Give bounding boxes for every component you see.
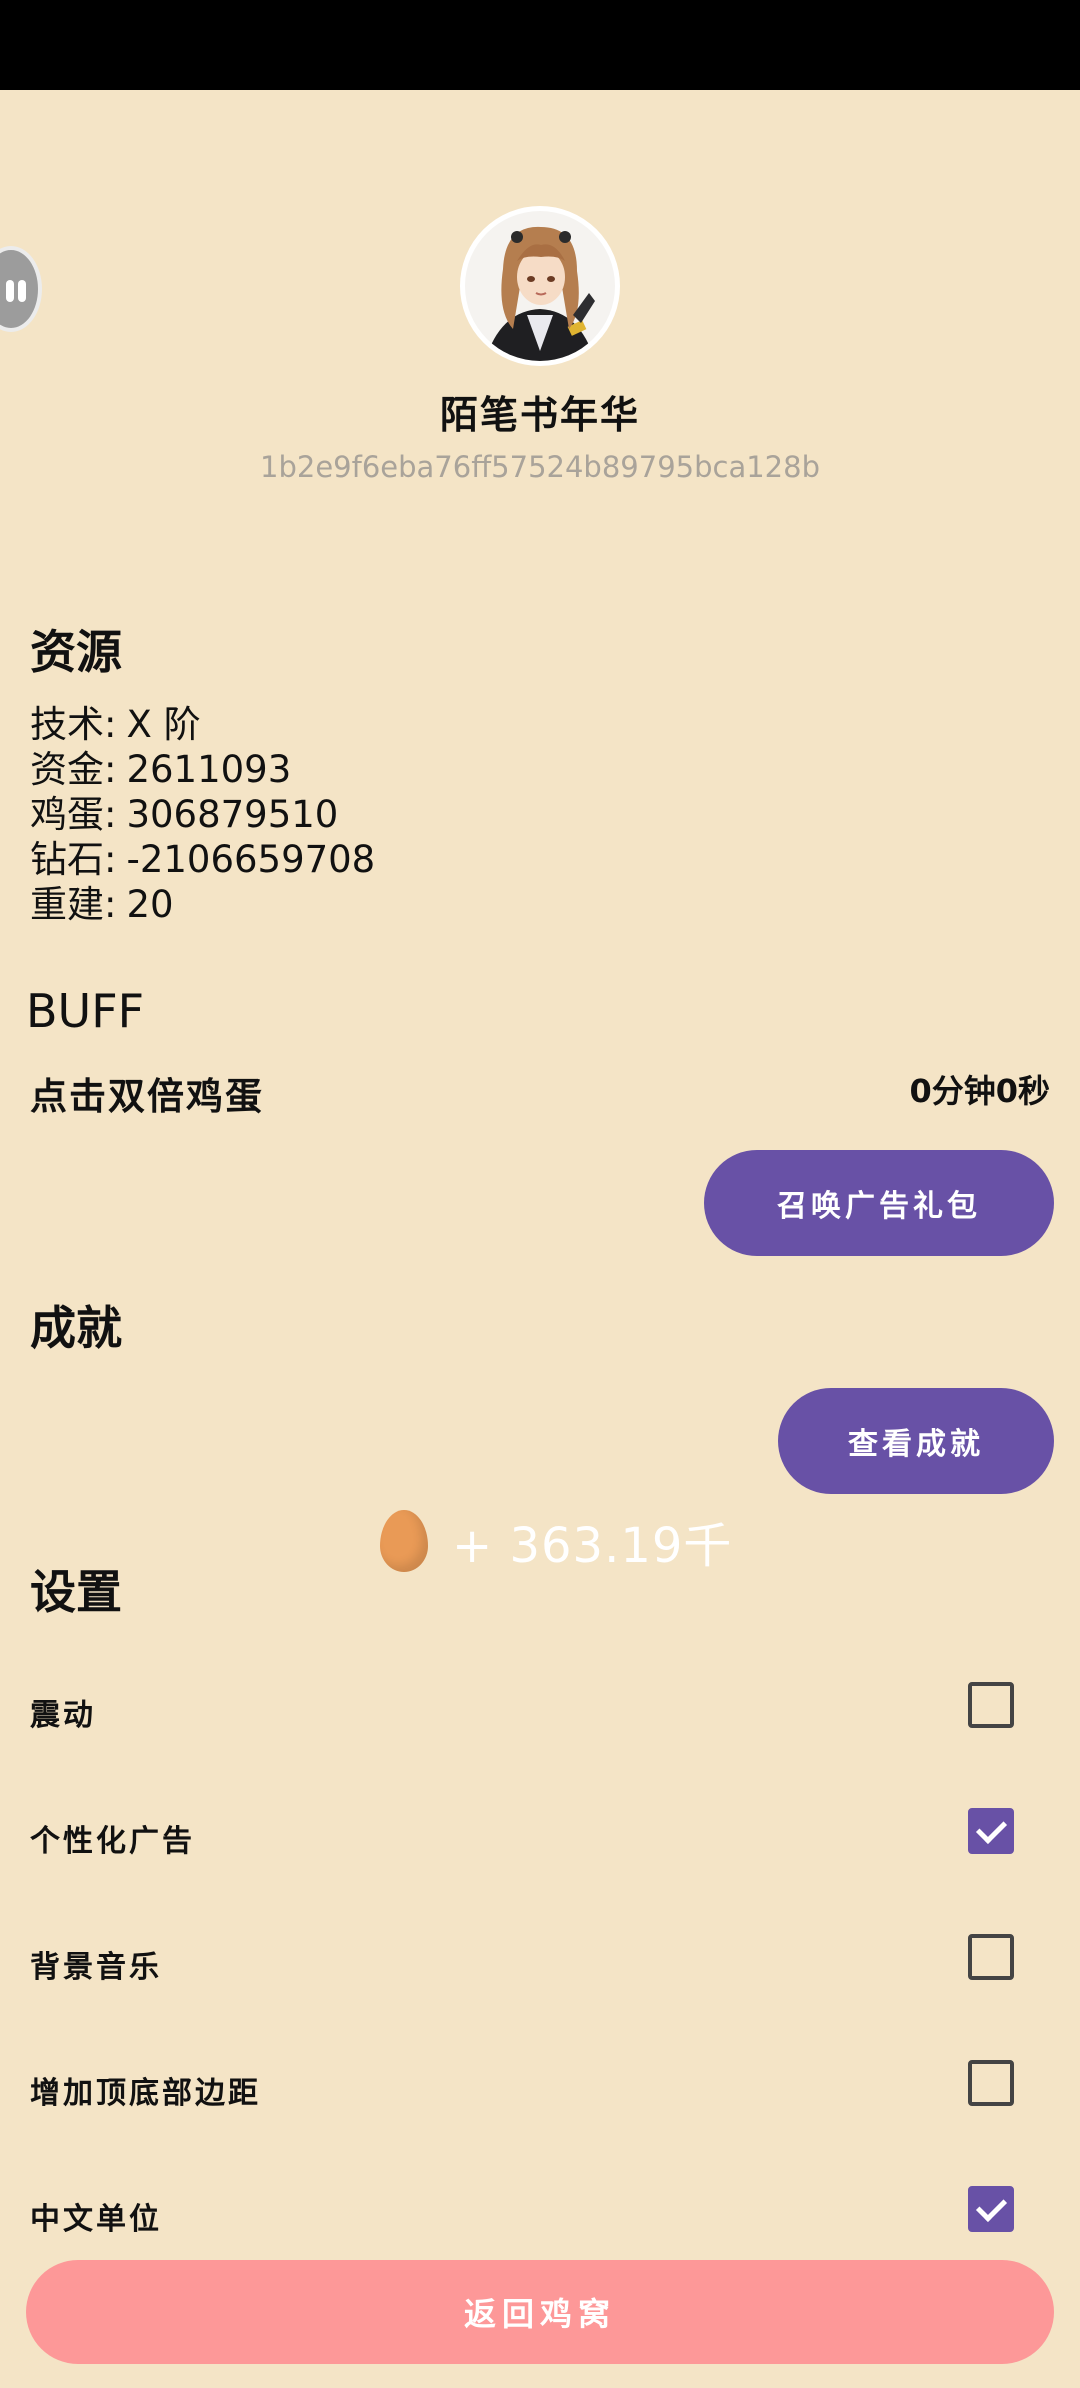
background-music-checkbox[interactable] — [968, 1934, 1014, 1980]
setting-label: 增加顶底部边距 — [30, 2076, 261, 2111]
resource-label: 重建: — [30, 883, 117, 926]
resource-value: 2611093 — [126, 748, 292, 791]
resource-label: 钻石: — [30, 838, 117, 881]
resources-title: 资源 — [30, 625, 122, 679]
extra-margin-checkbox[interactable] — [968, 2060, 1014, 2106]
floating-gain: + 363.19千 — [380, 1508, 732, 1574]
personalized-ads-checkbox[interactable] — [968, 1808, 1014, 1854]
resource-value: X 阶 — [126, 703, 201, 746]
user-id: 1b2e9f6eba76ff57524b89795bca128b — [260, 450, 820, 484]
chinese-units-checkbox[interactable] — [968, 2186, 1014, 2232]
egg-icon — [380, 1510, 428, 1572]
resource-label: 鸡蛋: — [30, 793, 117, 836]
settings-title: 设置 — [30, 1565, 122, 1619]
setting-label: 中文单位 — [30, 2202, 162, 2237]
gain-text: + 363.19千 — [452, 1518, 733, 1574]
resource-value: 306879510 — [126, 793, 339, 836]
view-achievements-button[interactable]: 查看成就 — [778, 1388, 1054, 1494]
pause-bar-icon — [6, 280, 14, 302]
avatar[interactable] — [460, 206, 620, 366]
return-to-coop-button[interactable]: 返回鸡窝 — [26, 2260, 1054, 2364]
resource-value: -2106659708 — [126, 838, 376, 881]
resource-funds: 资金: 2611093 — [30, 747, 291, 792]
buff-time: 0分钟0秒 — [909, 1072, 1050, 1110]
status-bar — [0, 0, 1080, 90]
floating-menu-button[interactable] — [0, 246, 42, 332]
setting-vibration[interactable]: 震动 — [0, 1670, 1080, 1750]
vibration-checkbox[interactable] — [968, 1682, 1014, 1728]
setting-label: 震动 — [30, 1698, 96, 1733]
resource-tech: 技术: X 阶 — [30, 702, 201, 747]
nickname: 陌笔书年华 — [439, 393, 640, 437]
resource-diamonds: 钻石: -2106659708 — [30, 837, 375, 882]
setting-extra-margin[interactable]: 增加顶底部边距 — [0, 2048, 1080, 2128]
pause-bar-icon — [18, 280, 26, 302]
summon-ad-gift-button[interactable]: 召唤广告礼包 — [704, 1150, 1054, 1256]
setting-chinese-units[interactable]: 中文单位 — [0, 2174, 1080, 2254]
buff-title: BUFF — [26, 984, 145, 1038]
resource-value: 20 — [126, 883, 174, 926]
achievements-title: 成就 — [30, 1301, 122, 1355]
setting-label: 背景音乐 — [30, 1950, 162, 1985]
resource-rebuild: 重建: 20 — [30, 882, 174, 927]
buff-name: 点击双倍鸡蛋 — [30, 1075, 264, 1118]
resource-eggs: 鸡蛋: 306879510 — [30, 792, 338, 837]
setting-label: 个性化广告 — [30, 1824, 195, 1859]
resource-label: 技术: — [30, 703, 117, 746]
avatar-image — [465, 211, 615, 361]
resource-label: 资金: — [30, 748, 117, 791]
setting-personalized-ads[interactable]: 个性化广告 — [0, 1796, 1080, 1876]
setting-background-music[interactable]: 背景音乐 — [0, 1922, 1080, 2002]
